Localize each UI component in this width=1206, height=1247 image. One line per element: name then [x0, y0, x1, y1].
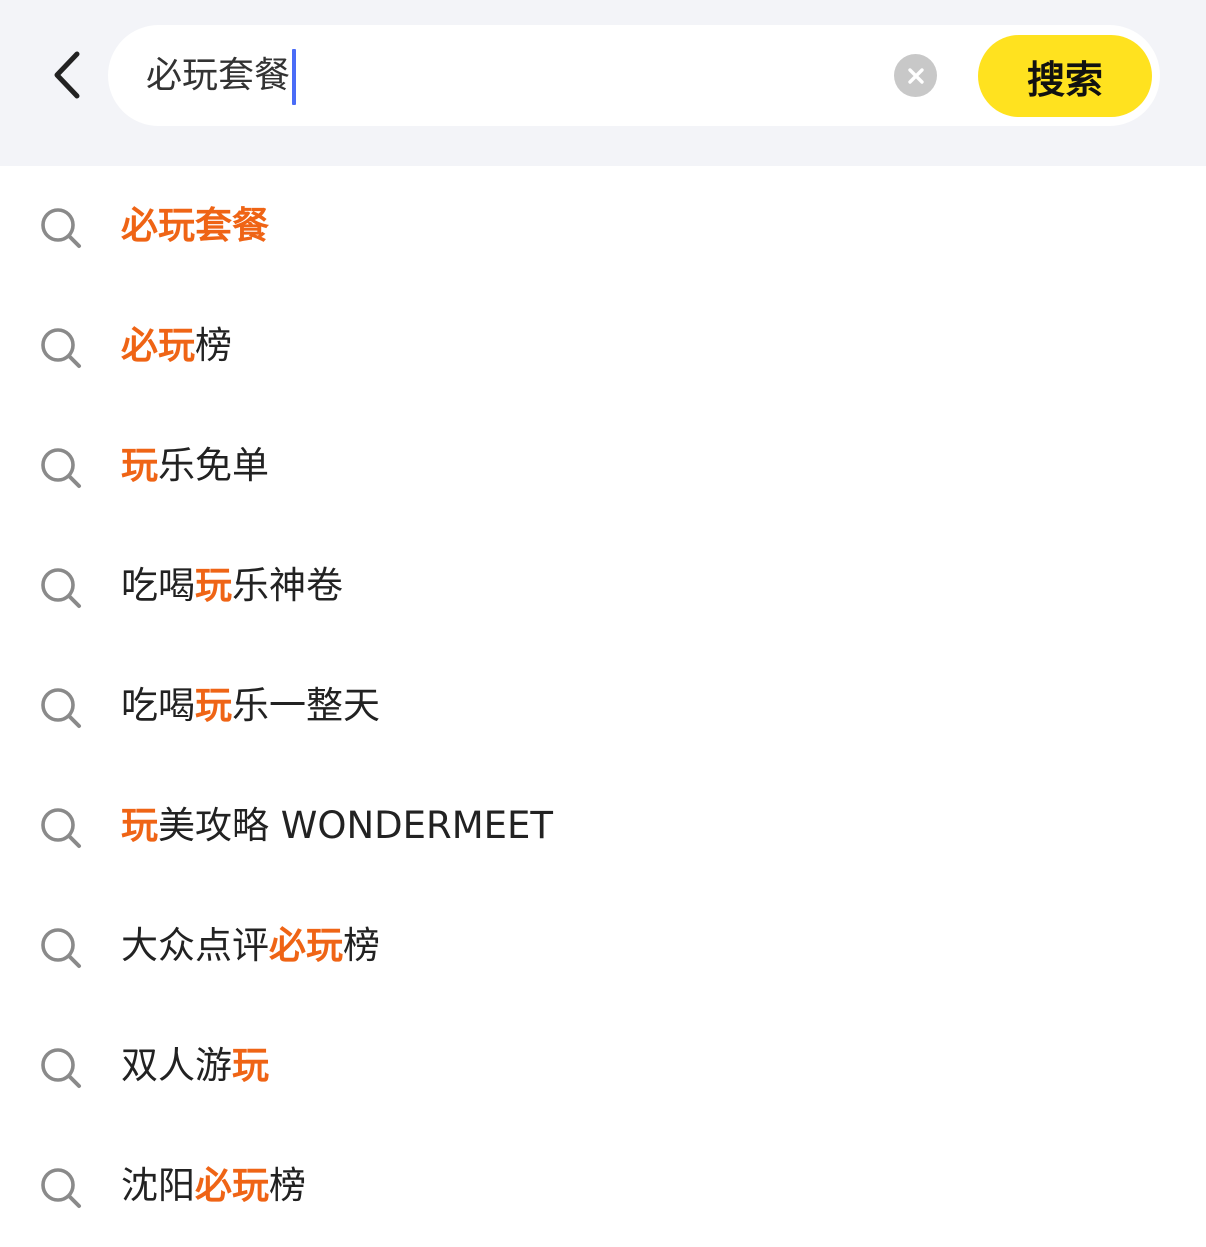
search-icon [38, 205, 84, 251]
search-submit-button[interactable]: 搜索 [978, 35, 1152, 117]
clear-button[interactable] [894, 54, 937, 97]
highlighted-keyword: 玩 [232, 1044, 269, 1087]
search-box: 必玩套餐 搜索 [108, 25, 1160, 126]
chevron-left-icon [54, 51, 80, 99]
highlighted-keyword: 玩 [195, 684, 232, 727]
suggestion-text: 玩美攻略 WONDERMEET [121, 796, 553, 856]
suggestion-text: 必玩套餐 [121, 196, 269, 256]
search-icon [38, 925, 84, 971]
highlighted-keyword: 玩 [121, 444, 158, 487]
suggestion-text: 吃喝玩乐神卷 [121, 556, 343, 616]
back-button[interactable] [36, 42, 96, 108]
suggestion-text: 玩乐免单 [121, 436, 269, 496]
search-icon [38, 685, 84, 731]
suggestion-fragment: 榜 [343, 924, 380, 967]
suggestion-fragment: 双人游 [121, 1044, 232, 1087]
suggestion-item[interactable]: 必玩套餐 [0, 166, 1206, 286]
suggestion-fragment: 吃喝 [121, 684, 195, 727]
suggestion-item[interactable]: 大众点评必玩榜 [0, 886, 1206, 1006]
suggestion-item[interactable]: 必玩榜 [0, 286, 1206, 406]
suggestion-text: 大众点评必玩榜 [121, 916, 380, 976]
search-icon [38, 445, 84, 491]
suggestion-fragment: 榜 [269, 1164, 306, 1207]
suggestion-item[interactable]: 双人游玩 [0, 1006, 1206, 1126]
suggestion-fragment: 乐免单 [158, 444, 269, 487]
highlighted-keyword: 玩 [195, 564, 232, 607]
suggestion-text: 吃喝玩乐一整天 [121, 676, 380, 736]
search-input[interactable]: 必玩套餐 [146, 51, 290, 101]
highlighted-keyword: 玩 [121, 804, 158, 847]
suggestion-text: 双人游玩 [121, 1036, 269, 1096]
search-header: 必玩套餐 搜索 [0, 0, 1206, 166]
suggestion-text: 必玩榜 [121, 316, 232, 376]
suggestion-item[interactable]: 吃喝玩乐神卷 [0, 526, 1206, 646]
suggestion-fragment: 乐神卷 [232, 564, 343, 607]
highlighted-keyword: 必玩 [121, 324, 195, 367]
suggestion-fragment: 沈阳 [121, 1164, 195, 1207]
suggestion-fragment: 大众点评 [121, 924, 269, 967]
search-icon [38, 1045, 84, 1091]
suggestion-text: 沈阳必玩榜 [121, 1156, 306, 1216]
suggestion-fragment: 吃喝 [121, 564, 195, 607]
suggestion-item[interactable]: 吃喝玩乐一整天 [0, 646, 1206, 766]
suggestion-item[interactable]: 沈阳必玩榜 [0, 1126, 1206, 1246]
suggestion-item[interactable]: 玩美攻略 WONDERMEET [0, 766, 1206, 886]
highlighted-keyword: 必玩套餐 [121, 204, 269, 247]
search-icon [38, 325, 84, 371]
highlighted-keyword: 必玩 [195, 1164, 269, 1207]
search-icon [38, 1165, 84, 1211]
text-caret [292, 49, 296, 105]
suggestion-fragment: 乐一整天 [232, 684, 380, 727]
clear-circle-icon [907, 67, 924, 84]
highlighted-keyword: 必玩 [269, 924, 343, 967]
search-icon [38, 805, 84, 851]
suggestion-fragment: 榜 [195, 324, 232, 367]
suggestion-fragment: 美攻略 WONDERMEET [158, 804, 554, 847]
suggestion-list: 必玩套餐 必玩榜 玩乐免单 吃喝玩乐神卷 吃喝玩乐一整天 玩美攻略 WONDERMEET 大… [0, 166, 1206, 1246]
search-icon [38, 565, 84, 611]
suggestion-item[interactable]: 玩乐免单 [0, 406, 1206, 526]
